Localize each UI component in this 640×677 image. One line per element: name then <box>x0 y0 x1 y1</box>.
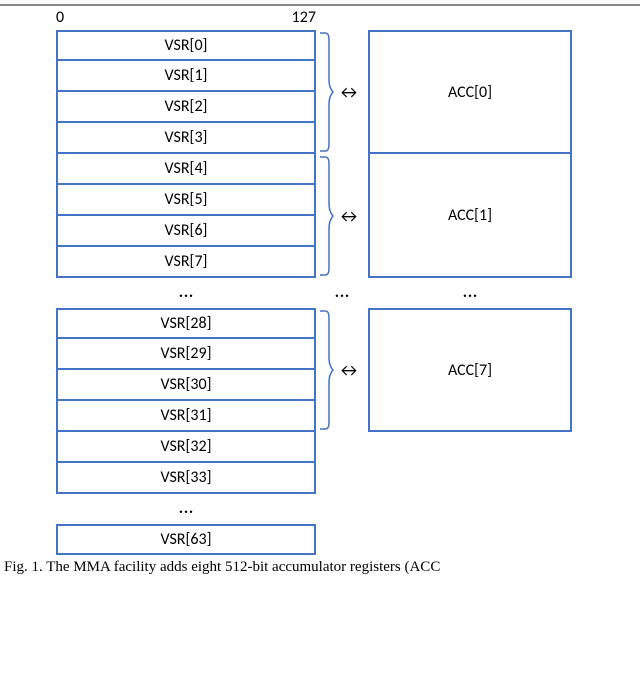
acc-register: ACC[0] <box>368 30 572 154</box>
ellipsis: ... <box>316 278 368 308</box>
page: 0 127 VSR[0] VSR[1] VSR[2] VSR[3] VSR[4]… <box>0 0 640 576</box>
bracket-arrow-block: ↔ <box>319 154 364 278</box>
acc-label: ACC[1] <box>448 206 492 225</box>
vsr-register: VSR[28] <box>56 308 316 339</box>
double-arrow-icon: ↔ <box>333 359 364 381</box>
vsr-register: VSR[6] <box>56 216 316 247</box>
vsr-label: VSR[6] <box>165 221 208 240</box>
vsr-register: VSR[32] <box>56 432 316 463</box>
vsr-label: VSR[30] <box>160 375 211 394</box>
bracket-column: ↔ ↔ ... ↔ <box>316 30 368 432</box>
acc-label: ACC[0] <box>448 83 492 102</box>
bit-range-start: 0 <box>56 8 64 27</box>
acc-label: ACC[7] <box>448 361 492 380</box>
bit-range-end: 127 <box>292 8 316 27</box>
double-arrow-icon: ↔ <box>333 205 364 227</box>
vsr-register: VSR[31] <box>56 401 316 432</box>
vsr-register: VSR[30] <box>56 370 316 401</box>
right-bracket-icon <box>319 30 333 154</box>
vsr-register: VSR[4] <box>56 154 316 185</box>
acc-column: ACC[0] ACC[1] ... ACC[7] <box>368 30 572 432</box>
bracket-arrow-block: ↔ <box>319 308 364 432</box>
acc-register: ACC[1] <box>368 154 572 278</box>
vsr-label: VSR[28] <box>160 314 211 333</box>
vsr-label: VSR[33] <box>160 468 211 487</box>
columns: VSR[0] VSR[1] VSR[2] VSR[3] VSR[4] VSR[5… <box>56 30 640 555</box>
top-divider <box>0 4 640 6</box>
vsr-register: VSR[7] <box>56 247 316 278</box>
right-bracket-icon <box>319 308 333 432</box>
vsr-register: VSR[5] <box>56 185 316 216</box>
vsr-register: VSR[63] <box>56 524 316 555</box>
vsr-label: VSR[31] <box>160 406 211 425</box>
double-arrow-icon: ↔ <box>333 81 364 103</box>
vsr-label: VSR[32] <box>160 437 211 456</box>
right-bracket-icon <box>319 154 333 278</box>
vsr-register: VSR[3] <box>56 123 316 154</box>
vsr-label: VSR[3] <box>165 128 208 147</box>
vsr-label: VSR[7] <box>165 252 208 271</box>
bracket-arrow-block: ↔ <box>319 30 364 154</box>
ellipsis: ... <box>56 278 316 308</box>
vsr-label: VSR[0] <box>165 36 208 55</box>
vsr-register: VSR[1] <box>56 61 316 92</box>
ellipsis: ... <box>56 494 316 524</box>
vsr-register: VSR[29] <box>56 339 316 370</box>
vsr-label: VSR[63] <box>160 530 211 549</box>
vsr-label: VSR[1] <box>165 66 208 85</box>
vsr-register: VSR[33] <box>56 463 316 494</box>
vsr-label: VSR[2] <box>165 97 208 116</box>
vsr-column: VSR[0] VSR[1] VSR[2] VSR[3] VSR[4] VSR[5… <box>56 30 316 555</box>
figure-caption: Fig. 1. The MMA facility adds eight 512-… <box>0 555 640 576</box>
figure: 0 127 VSR[0] VSR[1] VSR[2] VSR[3] VSR[4]… <box>0 8 640 555</box>
vsr-label: VSR[29] <box>160 344 211 363</box>
ellipsis: ... <box>368 278 572 308</box>
bit-labels: 0 127 <box>56 8 316 30</box>
vsr-label: VSR[5] <box>165 190 208 209</box>
acc-register: ACC[7] <box>368 308 572 432</box>
vsr-register: VSR[0] <box>56 30 316 61</box>
vsr-label: VSR[4] <box>165 159 208 178</box>
vsr-register: VSR[2] <box>56 92 316 123</box>
